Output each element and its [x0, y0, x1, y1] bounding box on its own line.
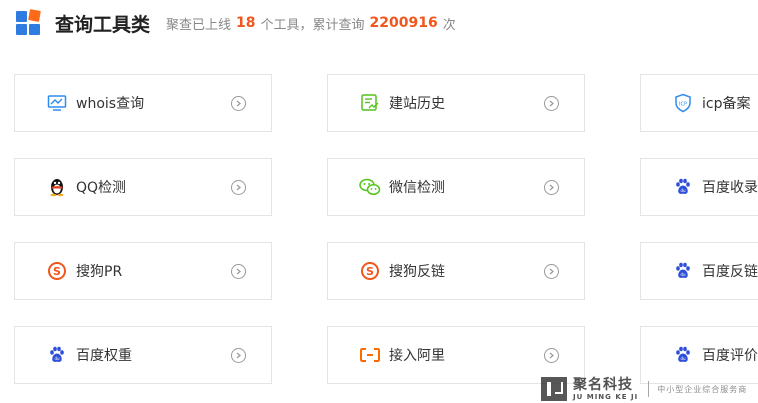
tool-card-baidu-index[interactable]: du 百度收录 [640, 158, 758, 216]
baidu-paw-icon: du [46, 344, 68, 366]
section-header: 查询工具类 聚查已上线 18 个工具，累计查询 2200916 次 [16, 8, 456, 38]
divider [648, 381, 650, 397]
brand-logo-icon [541, 377, 567, 401]
tool-label: 百度评价 [702, 348, 758, 364]
tool-card-sogou-pr[interactable]: S 搜狗PR [14, 242, 272, 300]
chevron-right-icon [231, 96, 246, 111]
chevron-right-icon [544, 348, 559, 363]
brand-name-en: JU MING KE JI [573, 392, 639, 401]
site-history-icon [359, 92, 381, 114]
svg-text:S: S [53, 265, 61, 278]
svg-text:du: du [54, 356, 60, 361]
tool-card-site-history[interactable]: 建站历史 [327, 74, 585, 132]
chevron-right-icon [544, 180, 559, 195]
chevron-right-icon [544, 96, 559, 111]
tool-label: 微信检测 [389, 180, 445, 196]
aliyun-icon [359, 344, 381, 366]
tool-card-baidu-backlinks[interactable]: du 百度反链 [640, 242, 758, 300]
tool-card-whois[interactable]: whois查询 [14, 74, 272, 132]
icp-shield-icon: ICP [672, 92, 694, 114]
tools-category-icon [16, 9, 42, 36]
chevron-right-icon [231, 348, 246, 363]
brand-name: 聚名科技 JU MING KE JI [573, 378, 638, 401]
tool-label: 搜狗反链 [389, 264, 445, 280]
tool-label: 接入阿里 [389, 348, 445, 364]
tool-count: 18 [236, 15, 256, 31]
baidu-paw-icon: du [672, 344, 694, 366]
sogou-icon: S [46, 260, 68, 282]
section-title: 查询工具类 [55, 13, 151, 36]
monitor-chart-icon [46, 92, 68, 114]
tool-label: 百度反链 [702, 264, 758, 280]
chevron-right-icon [231, 264, 246, 279]
brand-slogan: 中小型企业综合服务商 [657, 384, 748, 394]
tool-label: QQ检测 [76, 180, 127, 196]
brand-watermark: 聚名科技 JU MING KE JI 中小型企业综合服务商 [541, 375, 747, 403]
chevron-right-icon [544, 264, 559, 279]
brand-name-cn: 聚名科技 [573, 376, 633, 393]
svg-text:du: du [680, 272, 686, 277]
tool-card-wechat[interactable]: 微信检测 [327, 158, 585, 216]
wechat-icon [359, 176, 381, 198]
baidu-paw-icon: du [672, 260, 694, 282]
query-count: 2200916 [369, 15, 438, 31]
tool-label: 建站历史 [389, 96, 445, 112]
chevron-right-icon [231, 180, 246, 195]
qq-penguin-icon [46, 176, 68, 198]
baidu-paw-icon: du [672, 176, 694, 198]
summary-prefix: 聚查已上线 [166, 17, 232, 33]
tool-label: icp备案 [702, 96, 751, 112]
svg-text:du: du [680, 356, 686, 361]
summary-suffix: 次 [442, 17, 456, 33]
summary-middle: 个工具，累计查询 [260, 17, 365, 33]
svg-text:ICP: ICP [679, 102, 687, 108]
tool-label: 百度收录 [702, 180, 758, 196]
tool-label: 搜狗PR [76, 264, 123, 280]
svg-text:S: S [366, 265, 374, 278]
tool-card-qq[interactable]: QQ检测 [14, 158, 272, 216]
sogou-icon: S [359, 260, 381, 282]
tool-card-baidu-weight[interactable]: du 百度权重 [14, 326, 272, 384]
tool-label: whois查询 [76, 96, 145, 112]
tool-card-sogou-backlinks[interactable]: S 搜狗反链 [327, 242, 585, 300]
tool-card-icp[interactable]: ICP icp备案 [640, 74, 758, 132]
svg-text:du: du [680, 188, 686, 193]
usage-summary: 聚查已上线 18 个工具，累计查询 2200916 次 [166, 14, 456, 33]
tool-label: 百度权重 [76, 348, 132, 364]
